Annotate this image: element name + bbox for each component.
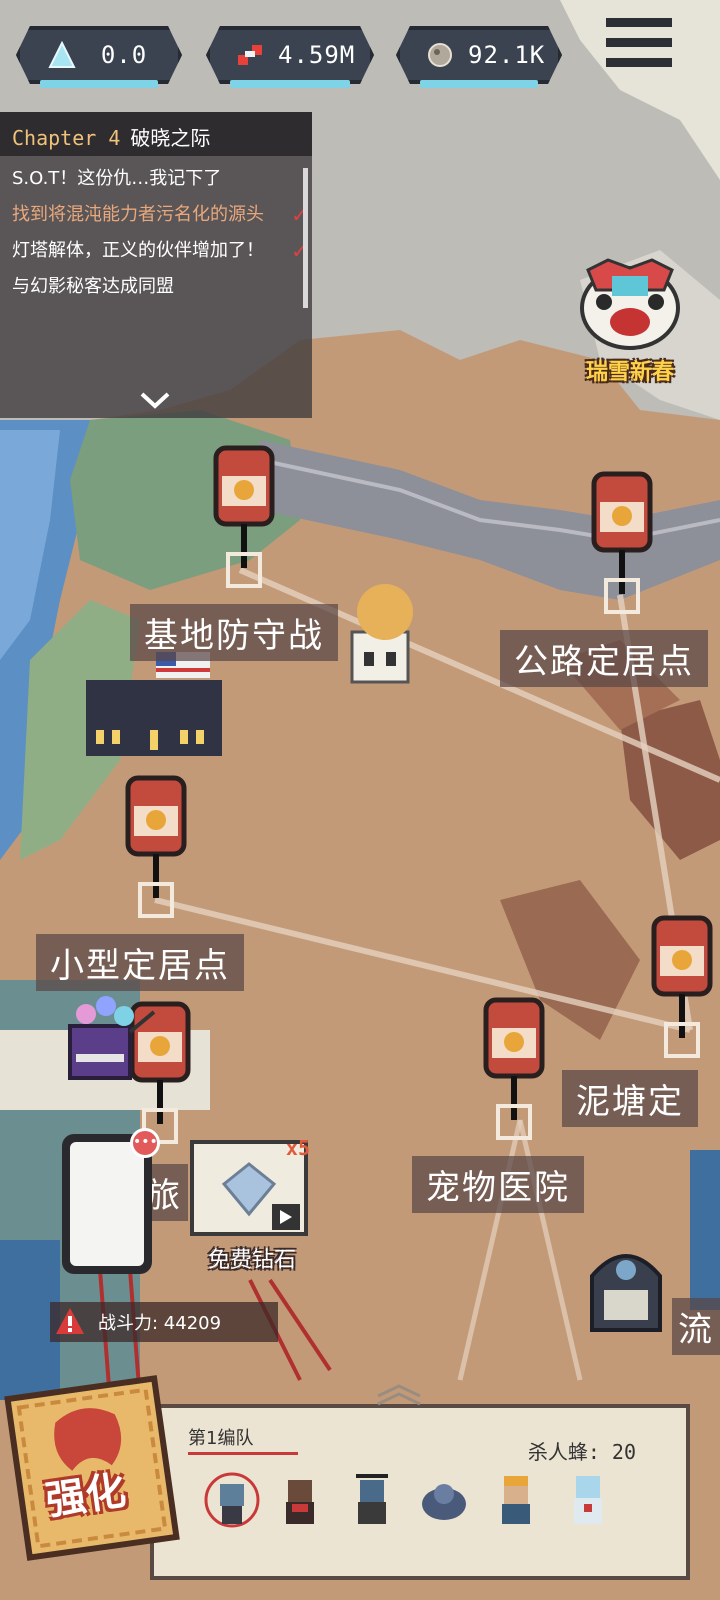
event-label: 瑞雪新春: [585, 360, 674, 385]
free-diamond-button[interactable]: x5 免费钻石: [190, 1136, 314, 1280]
resource-crystal[interactable]: 0.0: [16, 26, 182, 84]
phone-button[interactable]: •••: [62, 1128, 160, 1274]
squad-member[interactable]: [564, 1470, 612, 1530]
squad-members: [204, 1470, 612, 1530]
quest-item-text: S.O.T！这份仇…我记下了: [12, 168, 222, 189]
quest-item-text: 灯塔解体，正义的伙伴增加了！: [12, 240, 264, 261]
map-node-small-settlement[interactable]: [120, 774, 192, 924]
phone-screen: [70, 1142, 144, 1266]
character-sprite: [422, 1484, 466, 1520]
squad-underline: [188, 1452, 298, 1455]
chevron-up-icon[interactable]: [374, 1384, 424, 1406]
squad-member[interactable]: [420, 1470, 468, 1530]
location-label-stream[interactable]: 流: [672, 1298, 720, 1355]
map-node-highway-settlement[interactable]: [586, 470, 658, 620]
squad-member[interactable]: [492, 1470, 540, 1530]
chapter-title: 破晓之际: [130, 126, 211, 150]
combat-power-value: 战斗力: 44209: [98, 1313, 222, 1334]
quest-item-text: 与幻影秘客达成同盟: [12, 276, 174, 297]
resource-gene[interactable]: 4.59M: [206, 26, 374, 84]
quest-panel[interactable]: Chapter 4 破晓之际 S.O.T！这份仇…我记下了 找到将混沌能力者污名化…: [0, 112, 312, 418]
diamond-count: x5: [285, 1136, 310, 1160]
location-label-small-settlement[interactable]: 小型定居点: [36, 934, 244, 991]
crystal-icon: [46, 39, 78, 71]
menu-icon-bar: [606, 58, 672, 67]
crystal-underline: [40, 80, 158, 88]
quest-item[interactable]: 与幻影秘客达成同盟: [0, 274, 312, 300]
character-sprite: [502, 1476, 530, 1524]
quest-scrollbar[interactable]: [303, 168, 308, 308]
combat-power: 战斗力: 44209: [50, 1302, 278, 1342]
squad-member[interactable]: [276, 1470, 324, 1530]
map-node-base-defense[interactable]: [208, 444, 280, 594]
video-card: x5: [190, 1136, 310, 1236]
resource-rock[interactable]: 92.1K: [396, 26, 562, 84]
rock-underline: [420, 80, 538, 88]
character-sprite: [574, 1476, 602, 1524]
location-label-mud-pond[interactable]: 泥塘定: [562, 1070, 698, 1127]
free-diamond-label: 免费钻石: [207, 1248, 296, 1273]
quest-item[interactable]: 灯塔解体，正义的伙伴增加了！ ✓: [0, 238, 312, 264]
chevron-down-icon[interactable]: [140, 390, 170, 410]
kill-counter: 杀人蜂: 20: [527, 1440, 636, 1464]
lion-dance-icon: [580, 258, 680, 350]
menu-icon-bar: [606, 38, 672, 47]
upgrade-label: 强化: [43, 1467, 129, 1525]
map-node-mud-pond[interactable]: [646, 914, 718, 1064]
crystal-value: 0.0: [100, 41, 148, 69]
rock-icon: [426, 39, 454, 71]
menu-icon: [606, 18, 672, 27]
squad-member[interactable]: [348, 1470, 396, 1530]
character-sprite: [356, 1474, 388, 1524]
warning-icon: [56, 1308, 84, 1334]
map-node-pet-hospital[interactable]: [478, 996, 550, 1146]
character-sprite: [204, 1472, 260, 1528]
gene-icon: [236, 39, 264, 71]
backpack-icon[interactable]: [578, 1236, 674, 1340]
quest-item[interactable]: S.O.T！这份仇…我记下了: [0, 166, 312, 192]
quest-item-text: 找到将混沌能力者污名化的源头: [12, 204, 264, 225]
squad-member[interactable]: [204, 1470, 260, 1530]
chapter-label: Chapter 4: [12, 126, 121, 150]
ghost-box-icon[interactable]: [66, 992, 158, 1092]
menu-button[interactable]: [600, 16, 680, 76]
location-label-base-defense[interactable]: 基地防守战: [130, 604, 338, 661]
notification-dot: •••: [130, 1128, 160, 1158]
squad-name[interactable]: 第1编队: [188, 1424, 253, 1450]
event-spring-festival[interactable]: 瑞雪新春: [568, 250, 692, 385]
quest-item[interactable]: 找到将混沌能力者污名化的源头 ✓: [0, 202, 312, 228]
squad-panel[interactable]: 第1编队 杀人蜂: 20: [150, 1384, 690, 1580]
gene-underline: [230, 80, 350, 88]
rock-value: 92.1K: [468, 41, 546, 69]
location-label-highway-settlement[interactable]: 公路定居点: [500, 630, 708, 687]
quest-header: Chapter 4 破晓之际: [0, 112, 312, 156]
location-label-pet-hospital[interactable]: 宠物医院: [412, 1156, 584, 1213]
character-sprite: [286, 1480, 314, 1524]
gene-value: 4.59M: [278, 41, 356, 69]
upgrade-button[interactable]: 强化: [0, 1368, 183, 1569]
